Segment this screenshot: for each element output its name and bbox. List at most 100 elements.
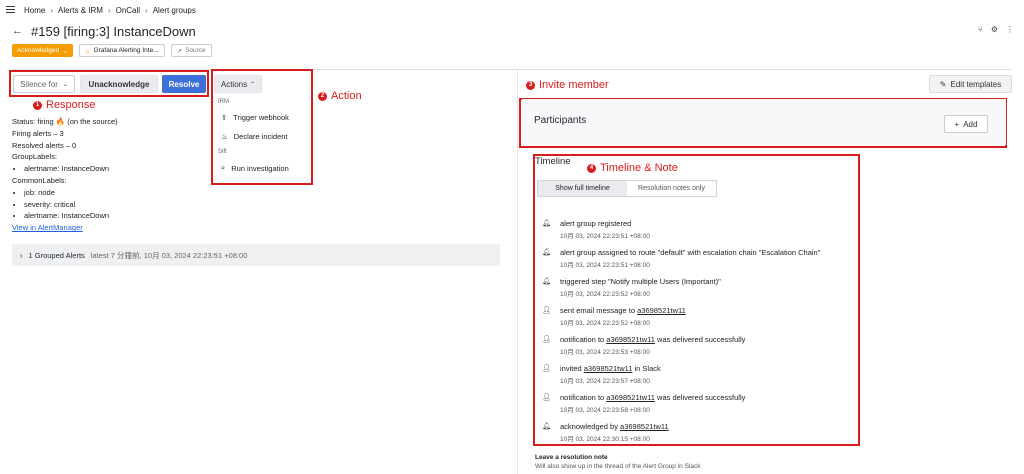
timeline-timestamp: 10月 03, 2024 22:23:51 +08:00 — [560, 233, 650, 240]
timeline-text: sent email message to — [560, 306, 638, 315]
bell-icon: 🔔︎ — [542, 423, 551, 430]
tab-full-timeline[interactable]: Show full timeline — [538, 181, 627, 196]
tab-resolution-notes[interactable]: Resolution notes only — [627, 181, 716, 196]
annotation-number: 1 — [33, 100, 42, 110]
timeline-text: alert group assigned to route "default" … — [560, 248, 821, 257]
breadcrumb-oncall[interactable]: OnCall — [116, 6, 140, 15]
trigger-webhook-item[interactable]: ⇪ Trigger webhook — [214, 108, 310, 127]
timeline-tabs: Show full timeline Resolution notes only — [537, 180, 717, 197]
upload-icon: ⇪ — [221, 113, 228, 122]
plus-icon: + — [954, 119, 960, 129]
external-link-icon: ↗ — [176, 47, 183, 55]
status-text: Status: firing 🔥 (on the source) — [12, 117, 118, 126]
timeline-timestamp: 10月 03, 2024 22:23:57 +08:00 — [560, 378, 650, 385]
menu-group-irm: IRM — [218, 99, 229, 105]
timeline-item: 🔔︎ acknowledged by a3698521tw11 10月 03, 20… — [542, 422, 669, 443]
timeline-item: 🔔︎ triggered step "Notify multiple Users … — [542, 277, 721, 298]
integration-chip[interactable]: ♨ Grafana Alerting Inte... — [78, 44, 165, 57]
title-row: ← #159 [firing:3] InstanceDown — [12, 22, 196, 40]
timeline-item: 👤︎ notification to a3698521tw11 was deliv… — [542, 335, 745, 356]
user-link[interactable]: a3698521tw11 — [606, 393, 655, 402]
breadcrumb-alert-groups[interactable]: Alert groups — [153, 6, 196, 15]
edit-templates-button[interactable]: ✎ Edit templates — [929, 75, 1012, 93]
declare-incident-item[interactable]: ♨ Declare incident — [214, 127, 310, 146]
annotation-action: 2 Action — [318, 90, 362, 102]
edit-templates-label: Edit templates — [950, 79, 1002, 89]
timeline-timestamp: 10月 03, 2024 22:23:52 +08:00 — [560, 291, 650, 298]
breadcrumb-separator: › — [145, 6, 148, 15]
user-link[interactable]: a3698521tw11 — [620, 422, 669, 431]
list-item: alertname: InstanceDown — [24, 210, 118, 222]
edit-icon: ✎ — [939, 79, 947, 89]
header-tools: ⑂ ⚙ ⋮ — [978, 25, 1014, 34]
common-labels-heading: CommonLabels: — [12, 175, 67, 185]
branch-icon[interactable]: ⑂ — [978, 25, 983, 34]
source-button[interactable]: ↗ Source — [170, 44, 212, 57]
breadcrumb-home[interactable]: Home — [24, 6, 45, 15]
fire-icon: ♨ — [84, 47, 91, 55]
annotation-response: 1 Response — [33, 99, 96, 111]
resolution-note: Leave a resolution note Will also show u… — [535, 454, 700, 470]
user-link[interactable]: a3698521tw11 — [637, 306, 686, 315]
timeline-text: notification to — [560, 335, 607, 344]
add-label: Add — [963, 119, 978, 129]
timeline-item: 🔔︎ alert group assigned to route "default… — [542, 248, 820, 269]
timeline-item: 👤︎ sent email message to a3698521tw11 10月 … — [542, 306, 686, 327]
group-labels-list: alertname: InstanceDown — [24, 163, 118, 175]
timeline-timestamp: 10月 03, 2024 22:30:15 +08:00 — [560, 436, 650, 443]
timeline-text: acknowledged by — [560, 422, 621, 431]
timeline-item: 👤︎ invited a3698521tw11 in Slack 10月 03, 2… — [542, 364, 661, 385]
group-labels-heading: GroupLabels: — [12, 152, 58, 162]
user-icon: 👤︎ — [542, 307, 551, 314]
timeline-text: notification to — [560, 393, 607, 402]
annotation-label: Action — [331, 90, 362, 102]
breadcrumb-alerts-irm[interactable]: Alerts & IRM — [58, 6, 103, 15]
back-arrow-icon[interactable]: ← — [12, 25, 23, 37]
alertmanager-link[interactable]: View in AlertManager — [12, 223, 83, 232]
column-divider — [517, 70, 518, 474]
top-bar: Home › Alerts & IRM › OnCall › Alert gro… — [0, 0, 1024, 20]
annotation-invite: 3 Invite member — [526, 79, 609, 91]
trigger-webhook-label: Trigger webhook — [233, 113, 289, 122]
bell-icon: 🔔︎ — [542, 278, 551, 285]
firing-count: Firing alerts – 3 — [12, 128, 64, 138]
grouped-alerts-row[interactable]: › 1 Grouped Alerts latest 7 分鐘前, 10月 03,… — [12, 244, 500, 266]
timeline-timestamp: 10月 03, 2024 22:23:52 +08:00 — [560, 320, 650, 327]
menu-icon[interactable] — [6, 6, 15, 13]
fire-icon: ♨ — [221, 132, 228, 141]
status-badge[interactable]: Acknowledged ⌄ — [12, 44, 73, 57]
annotation-number: 4 — [587, 163, 596, 173]
source-label: Source — [185, 47, 206, 54]
timeline-text: was delivered successfully — [654, 393, 746, 402]
integration-chip-label: Grafana Alerting Inte... — [93, 47, 159, 54]
run-investigation-item[interactable]: ⌕ Run investigation — [214, 158, 310, 178]
resolution-note-title: Leave a resolution note — [535, 454, 608, 461]
tag-row: Acknowledged ⌄ ♨ Grafana Alerting Inte..… — [12, 44, 212, 57]
user-link[interactable]: a3698521tw11 — [606, 335, 655, 344]
timeline-text: alert group registered — [560, 219, 632, 228]
list-item: job: node — [24, 187, 118, 199]
alert-info: Status: firing 🔥 (on the source) Firing … — [12, 116, 118, 234]
timeline-text: was delivered successfully — [654, 335, 746, 344]
annotation-label: Timeline & Note — [600, 162, 678, 174]
status-badge-label: Acknowledged — [17, 47, 60, 54]
actions-menu: IRM ⇪ Trigger webhook ♨ Declare incident… — [214, 96, 310, 178]
page-title: #159 [firing:3] InstanceDown — [31, 23, 196, 39]
bell-icon: 🔔︎ — [542, 249, 551, 256]
timeline-timestamp: 10月 03, 2024 22:23:53 +08:00 — [560, 349, 650, 356]
menu-group-sift: Sift — [218, 149, 227, 155]
annotation-number: 3 — [526, 80, 535, 90]
bell-icon: 🔔︎ — [542, 220, 551, 227]
participants-title: Participants — [534, 115, 587, 126]
resolved-count: Resolved alerts – 0 — [12, 140, 77, 150]
grouped-alerts-latest: latest 7 分鐘前, 10月 03, 2024 22:23:51 +08:… — [90, 250, 248, 260]
more-icon[interactable]: ⋮ — [1006, 25, 1014, 34]
chevron-right-icon: › — [20, 250, 23, 260]
breadcrumb-separator: › — [107, 6, 111, 15]
gear-icon[interactable]: ⚙ — [991, 25, 998, 34]
add-participant-button[interactable]: + Add — [944, 115, 988, 133]
user-link[interactable]: a3698521tw11 — [584, 364, 633, 373]
declare-incident-label: Declare incident — [233, 132, 288, 141]
user-icon: 👤︎ — [542, 336, 551, 343]
user-icon: 👤︎ — [542, 394, 551, 401]
